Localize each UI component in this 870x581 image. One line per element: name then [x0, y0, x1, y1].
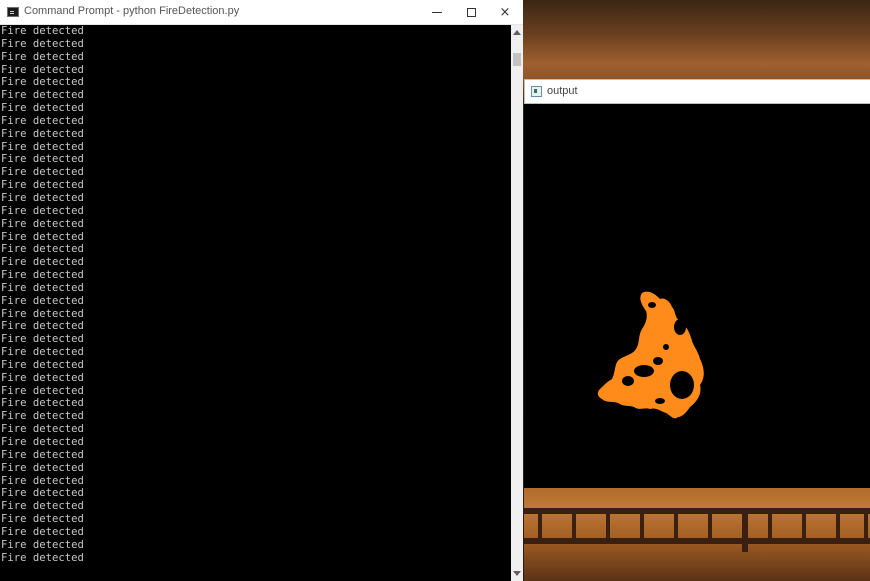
console-scrollbar[interactable] [511, 25, 523, 581]
close-button[interactable]: × [488, 0, 522, 24]
console-line: Fire detected [1, 333, 84, 346]
console-line: Fire detected [1, 230, 84, 243]
cmd-window-title: Command Prompt - python FireDetection.py [24, 5, 240, 17]
console-line: Fire detected [1, 397, 84, 410]
console-output[interactable]: Fire detected Fire detected Fire detected F… [0, 25, 511, 581]
desktop-wallpaper-bridge [524, 488, 870, 581]
console-line: Fire detected [1, 346, 84, 359]
console-line: Fire detected [1, 89, 84, 102]
console-line: Fire detected [1, 423, 84, 436]
output-app-icon [531, 86, 542, 97]
console-line: Fire detected [1, 513, 84, 526]
console-line: Fire detected [1, 76, 84, 89]
console-line: Fire detected [1, 500, 84, 513]
cmd-titlebar[interactable]: Command Prompt - python FireDetection.py… [0, 0, 523, 25]
output-window-title: output [547, 85, 578, 97]
console-line: Fire detected [1, 320, 84, 333]
console-line: Fire detected [1, 243, 84, 256]
scrollbar-thumb[interactable] [513, 53, 521, 66]
console-line: Fire detected [1, 50, 84, 63]
maximize-icon [466, 7, 476, 17]
minimize-icon [432, 11, 442, 13]
console-line: Fire detected [1, 410, 84, 423]
console-line: Fire detected [1, 127, 84, 140]
console-line: Fire detected [1, 153, 84, 166]
console-line: Fire detected [1, 25, 84, 37]
console-line: Fire detected [1, 179, 84, 192]
console-line: Fire detected [1, 166, 84, 179]
command-prompt-window: Command Prompt - python FireDetection.py… [0, 0, 523, 581]
console-line: Fire detected [1, 436, 84, 448]
cmd-app-icon [7, 7, 19, 17]
console-line: Fire detected [1, 384, 84, 397]
console-line: Fire detected [1, 461, 84, 474]
console-line: Fire detected [1, 294, 84, 307]
console-line: Fire detected [1, 358, 84, 371]
detected-fire-region [597, 291, 704, 419]
console-line: Fire detected [1, 307, 84, 320]
console-line: Fire detected [1, 191, 84, 204]
close-icon: × [499, 4, 511, 20]
console-line: Fire detected [1, 140, 84, 153]
console-line: Fire detected [1, 256, 84, 269]
console-line: Fire detected [1, 217, 84, 230]
scroll-up-arrow-icon[interactable] [513, 30, 521, 35]
bridge-icon [524, 508, 870, 552]
output-image-canvas [524, 104, 870, 488]
minimize-button[interactable] [420, 0, 454, 24]
console-line: Fire detected [1, 37, 84, 50]
console-line: Fire detected [1, 551, 84, 564]
console-line: Fire detected [1, 474, 84, 487]
console-line: Fire detected [1, 448, 84, 461]
console-line: Fire detected [1, 487, 84, 500]
maximize-button[interactable] [454, 0, 488, 24]
console-line: Fire detected [1, 63, 84, 76]
console-line: Fire detected [1, 102, 84, 115]
console-line: Fire detected [1, 281, 84, 294]
console-line: Fire detected [1, 269, 84, 282]
console-line: Fire detected [1, 204, 84, 217]
output-titlebar[interactable]: output [524, 79, 870, 104]
console-line: Fire detected [1, 538, 84, 551]
console-line: Fire detected [1, 371, 84, 384]
console-line: Fire detected [1, 525, 84, 538]
scroll-down-arrow-icon[interactable] [513, 571, 521, 576]
console-line: Fire detected [1, 114, 84, 127]
